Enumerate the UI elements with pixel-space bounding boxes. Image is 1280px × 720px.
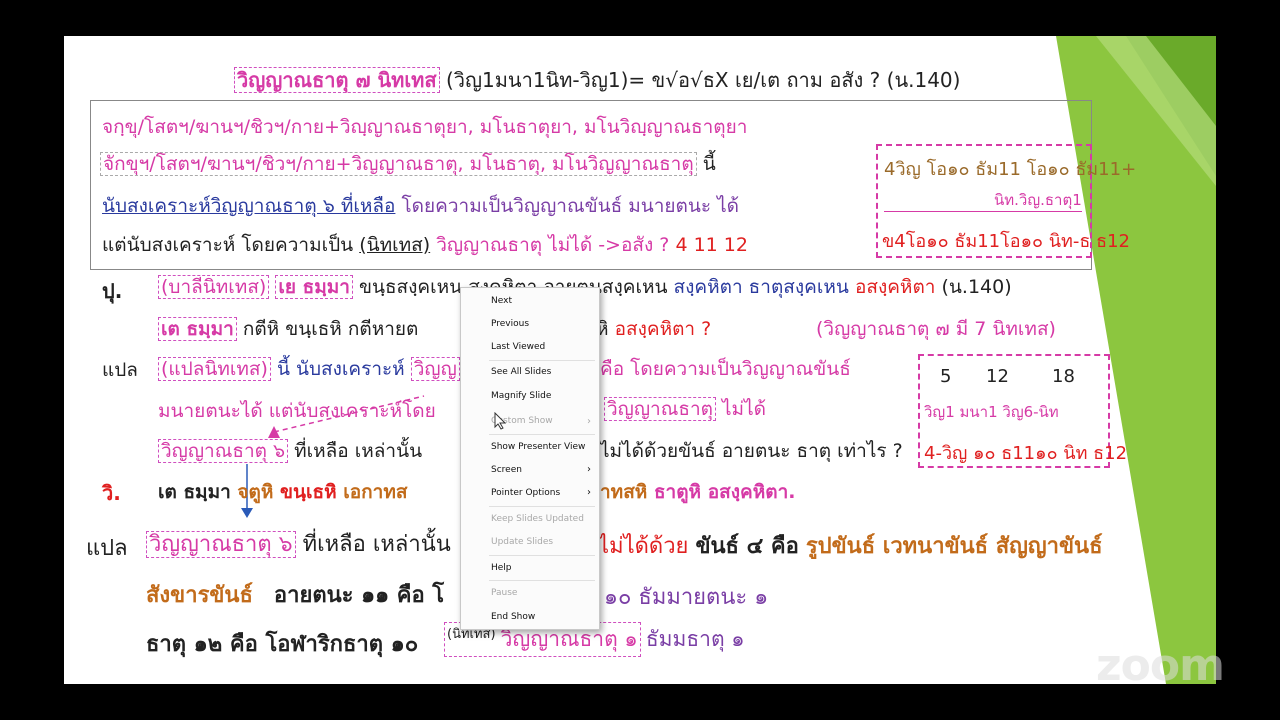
menu-item-help[interactable]: Help <box>491 559 512 577</box>
title-formula: (วิญ1มนา1นิท-วิญ1)= ข√อ√ธX เย/เต ถาม อสั… <box>445 68 961 92</box>
vi-a: จตูหิ <box>237 481 274 503</box>
pali-tag: (บาลีนิทเทส) <box>158 275 270 299</box>
box1-line4b: (นิทเทส) <box>359 234 431 256</box>
vi-row-right: าทสหิ ธาตูหิ อสงฺคหิตา. <box>600 477 795 507</box>
summary2-top-1: 5 <box>940 366 952 387</box>
trans2-ayatana: อายตนะ ๑๑ คือ โ <box>273 583 445 608</box>
box1-line4a: แต่นับสงเคราะห์ โดยความเป็น <box>102 234 354 256</box>
menu-item-end-show[interactable]: End Show <box>491 608 535 626</box>
menu-item-keep-slides-updated[interactable]: Keep Slides Updated <box>491 510 584 528</box>
box1-line3a: นับสงเคราะห์วิญญาณธาตุ ๖ ที่เหลือ <box>102 195 396 217</box>
trans1-vinya: วิญญ <box>410 357 460 381</box>
menu-item-magnify-slide[interactable]: Magnify Slide <box>491 387 551 405</box>
trans2-khan: รูปขันธ์ เวทนาขันธ์ สัญญาขันธ์ <box>805 534 1103 559</box>
vi-d: าทสหิ <box>600 481 648 503</box>
box1-line2-end: นี้ <box>702 153 716 175</box>
menu-item-update-slides[interactable]: Update Slides <box>491 533 553 551</box>
box1-line3b: โดยความเป็นวิญญาณขันธ์ มนายตนะ ได้ <box>401 195 739 217</box>
menu-item-last-viewed[interactable]: Last Viewed <box>491 338 545 356</box>
box1-line4-row: แต่นับสงเคราะห์ โดยความเป็น (นิทเทส) วิญ… <box>102 230 748 260</box>
pali-ye: เย ธมฺมา <box>275 275 353 299</box>
trans2-vinya6: วิญญาณธาตุ ๖ <box>146 531 296 558</box>
trans1-row1: (แปลนิทเทส) นี้ นับสงเคราะห์ วิญญ <box>158 354 460 384</box>
box1-line3-row: นับสงเคราะห์วิญญาณธาตุ ๖ ที่เหลือ โดยควา… <box>102 191 739 221</box>
box1-line4d: 4 11 12 <box>675 234 748 256</box>
chevron-right-icon: › <box>587 416 591 427</box>
vi-label: วิ. <box>102 481 121 505</box>
pali-note: (วิญญาณธาตุ ๗ มี 7 นิทเทส) <box>816 318 1056 340</box>
vi-f: อสงฺคหิตา. <box>707 481 796 503</box>
pali-row2-right: หิ อสงฺคหิตา ? <box>596 314 711 344</box>
trans2-dhatu: ธาตุ ๑๒ คือ โอฬาริกธาตุ ๑๐ <box>146 632 419 657</box>
summary1-row3: ข4โอ๑๐ ธัม11โอ๑๐ นิท-ธ ธ12 <box>882 231 1131 252</box>
menu-item-pointer-options[interactable]: Pointer Options <box>491 484 560 502</box>
chevron-right-icon: › <box>587 487 591 498</box>
summary2-top-2: 12 <box>986 366 1009 387</box>
vi-b: ขนฺเธหิ <box>280 481 337 503</box>
trans2-row1-right: ไม่ได้ด้วย ขันธ์ ๔ คือ รูปขันธ์ เวทนาขัน… <box>598 528 1103 563</box>
trans1-text2: คือ โดยความเป็นวิญญาณขันธ์ <box>600 358 851 380</box>
slideshow-context-menu: Next Previous Last Viewed See All Slides… <box>460 287 600 630</box>
trans1-tag: (แปลนิทเทส) <box>158 357 271 381</box>
trans1-vinya2: วิญญาณธาตุ <box>604 397 716 421</box>
menu-item-show-presenter-view[interactable]: Show Presenter View <box>491 438 585 456</box>
trans2-text1: ที่เหลือ เหล่านั้น <box>302 532 451 557</box>
pali-text3: กตีหิ ขนฺเธหิ กตีหายต <box>242 318 419 340</box>
trans2-row2: สังขารขันธ์ อายตนะ ๑๑ คือ โ <box>146 577 444 612</box>
summary1-row2: นิท.วิญ.ธาตุ1 <box>994 191 1082 209</box>
menu-item-screen[interactable]: Screen <box>491 461 522 479</box>
trans1-text5: ไม่ได้ด้วยขันธ์ อายตนะ ธาตุ เท่าไร ? <box>600 440 903 462</box>
trans2-text2: ไม่ได้ด้วย <box>598 534 689 559</box>
chevron-right-icon: › <box>587 464 591 475</box>
pali-ref: (น.140) <box>941 276 1012 298</box>
slide: วิญญาณธาตุ ๗ นิทเทส (วิญ1มนา1นิท-วิญ1)= … <box>64 36 1216 684</box>
vi-e: ธาตูหิ <box>653 481 702 503</box>
trans2-label: แปล <box>86 536 128 561</box>
vi-te: เต ธมฺมา <box>158 481 231 503</box>
vi-row: เต ธมฺมา จตูหิ ขนฺเธหิ เอกาทส <box>158 477 407 507</box>
summary1-row1: 4วิญ โอ๑๐ ธัม11 โอ๑๐ ธัม11+ <box>884 159 1137 180</box>
pali-row2: เต ธมฺมา กตีหิ ขนฺเธหิ กตีหายต <box>158 314 418 344</box>
trans2-row1: วิญญาณธาตุ ๖ ที่เหลือ เหล่านั้น <box>146 526 451 561</box>
box1-line1: จกฺขุ/โสตฯ/ฆานฯ/ชิวฯ/กาย+วิญฺญาณธาตุยา, … <box>102 116 748 138</box>
trans2-ayatana-end: ๑๐ ธัมมายตนะ ๑ <box>604 585 769 610</box>
trans2-vinya1: วิญญาณธาตุ ๑ <box>500 627 638 651</box>
summary2-top-3: 18 <box>1052 366 1075 387</box>
trans1-row2-right: วิญญาณธาตุ ไม่ได้ <box>604 394 766 424</box>
zoom-watermark: zoom <box>1096 640 1225 691</box>
pali-asang: อสงฺคหิตา <box>854 276 936 298</box>
title-main: วิญญาณธาตุ ๗ นิทเทส <box>234 67 440 93</box>
summary2-bottom: 4-วิญ ๑๐ ธ11๑๐ นิท ธ12 <box>924 443 1128 464</box>
trans1-notok: ไม่ได้ <box>722 398 766 420</box>
pali-te: เต ธมฺมา <box>158 317 237 341</box>
menu-separator <box>489 360 595 361</box>
menu-separator <box>489 580 595 581</box>
menu-item-custom-show[interactable]: Custom Show <box>491 412 591 430</box>
menu-separator <box>489 506 595 507</box>
menu-item-next[interactable]: Next <box>491 292 512 310</box>
menu-separator <box>489 555 595 556</box>
menu-separator <box>489 434 595 435</box>
box1-line4c: วิญญาณธาตุ ไม่ได้ ->อสัง ? <box>436 234 670 256</box>
box1-line2-row: จักขุฯ/โสตฯ/ฆานฯ/ชิวฯ/กาย+วิญญาณธาตุ, มโ… <box>100 149 716 179</box>
pali-text2: สงฺคหิตา ธาตุสงฺคเหน <box>673 276 849 298</box>
trans1-label: แปล <box>102 359 138 381</box>
mouse-cursor-icon <box>494 412 506 430</box>
menu-item-pause[interactable]: Pause <box>491 584 517 602</box>
pali-asang2: อสงฺคหิตา ? <box>614 318 712 340</box>
pali-label: ปุ. <box>102 279 123 303</box>
trans2-dhamma: ธัมมธาตุ ๑ <box>645 627 745 651</box>
menu-item-previous[interactable]: Previous <box>491 315 529 333</box>
slide-title: วิญญาณธาตุ ๗ นิทเทส (วิญ1มนา1นิท-วิญ1)= … <box>234 64 960 96</box>
trans1-text1: นี้ นับสงเคราะห์ <box>276 358 405 380</box>
trans2-row3: ธาตุ ๑๒ คือ โอฬาริกธาตุ ๑๐ <box>146 626 418 661</box>
trans2-text3: ขันธ์ ๔ คือ <box>695 534 799 559</box>
box1-line2: จักขุฯ/โสตฯ/ฆานฯ/ชิวฯ/กาย+วิญญาณธาตุ, มโ… <box>100 152 697 176</box>
vi-c: เอกาทส <box>343 481 408 503</box>
summary2-mid: วิญ1 มนา1 วิญ6-นิท <box>924 403 1059 421</box>
menu-item-see-all-slides[interactable]: See All Slides <box>491 363 551 381</box>
trans2-sankhara: สังขารขันธ์ <box>146 583 253 608</box>
